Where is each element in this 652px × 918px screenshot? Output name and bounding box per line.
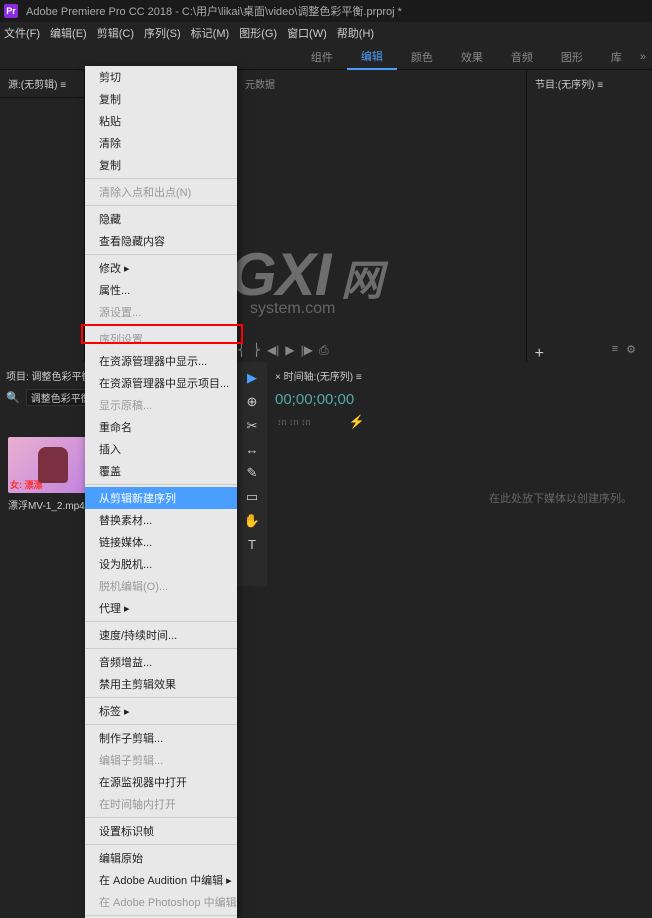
- thumb-overlay-text: 女: 漂漂: [10, 478, 43, 491]
- context-menu-item[interactable]: 制作子剪辑...: [85, 727, 237, 749]
- mark-out-icon[interactable]: ⎬: [252, 343, 261, 358]
- context-menu-item[interactable]: 源设置...: [85, 301, 237, 323]
- context-menu-item[interactable]: 设置标识帧: [85, 820, 237, 842]
- context-menu-item[interactable]: 脱机编辑(O)...: [85, 575, 237, 597]
- context-menu-item[interactable]: 音频增益...: [85, 651, 237, 673]
- source-tab[interactable]: 源:(无剪辑) ≡: [0, 70, 84, 98]
- titlebar: Pr Adobe Premiere Pro CC 2018 - C:\用户\li…: [0, 0, 652, 22]
- context-menu-item[interactable]: 修改 ▸: [85, 257, 237, 279]
- window-title: Adobe Premiere Pro CC 2018 - C:\用户\likai…: [26, 3, 402, 19]
- context-menu-item[interactable]: 从剪辑新建序列: [85, 487, 237, 509]
- context-menu-item[interactable]: 插入: [85, 438, 237, 460]
- program-tab[interactable]: 节目:(无序列) ≡: [527, 70, 652, 97]
- context-menu-item[interactable]: 复制: [85, 154, 237, 176]
- context-menu-item[interactable]: 重命名: [85, 416, 237, 438]
- context-menu-item[interactable]: 隐藏: [85, 208, 237, 230]
- panel-wrench-icon[interactable]: ⚙: [626, 343, 636, 356]
- context-menu-item[interactable]: 禁用主剪辑效果: [85, 673, 237, 695]
- tab-assembly[interactable]: 组件: [297, 45, 347, 69]
- mark-in-icon[interactable]: ⎨: [237, 343, 246, 358]
- hand-tool-icon[interactable]: ✋: [244, 513, 260, 529]
- workspace-overflow-icon[interactable]: »: [640, 51, 646, 63]
- menu-file[interactable]: 文件(F): [4, 25, 40, 41]
- app-logo: Pr: [4, 4, 18, 18]
- context-menu-item[interactable]: 在源监视器中打开: [85, 771, 237, 793]
- program-controls: ⎨ ⎬ ◀| ▶ |▶ ⎙: [237, 343, 329, 358]
- context-menu-item[interactable]: 编辑子剪辑...: [85, 749, 237, 771]
- context-menu-item[interactable]: 标签 ▸: [85, 700, 237, 722]
- context-menu-item[interactable]: 在 Adobe Photoshop 中编辑: [85, 891, 237, 913]
- context-menu-item[interactable]: 清除: [85, 132, 237, 154]
- timeline-placeholder: 在此处放下媒体以创建序列。: [489, 490, 632, 506]
- tab-audio[interactable]: 音频: [497, 45, 547, 69]
- slip-tool-icon[interactable]: ↔: [246, 442, 259, 457]
- timeline-header[interactable]: × 时间轴:(无序列) ≡: [267, 362, 652, 389]
- tab-metadata[interactable]: 元数据: [237, 70, 526, 97]
- context-menu-item[interactable]: 覆盖: [85, 460, 237, 482]
- tab-effects[interactable]: 效果: [447, 45, 497, 69]
- timeline-panel: × 时间轴:(无序列) ≡ 00;00;00;00 ↕n ↕n ↕n ⚡ 在此处…: [267, 362, 652, 586]
- menu-window[interactable]: 窗口(W): [287, 25, 327, 41]
- context-menu-item[interactable]: 复制: [85, 88, 237, 110]
- context-menu-item[interactable]: 查看隐藏内容: [85, 230, 237, 252]
- menu-help[interactable]: 帮助(H): [337, 25, 374, 41]
- context-menu-item[interactable]: 替换素材...: [85, 509, 237, 531]
- context-menu-item[interactable]: 粘贴: [85, 110, 237, 132]
- context-menu-item[interactable]: 在资源管理器中显示项目...: [85, 372, 237, 394]
- source-panel: 源:(无剪辑) ≡ 00;00;00;00: [0, 70, 85, 390]
- menu-clip[interactable]: 剪辑(C): [97, 25, 134, 41]
- context-menu-item[interactable]: 在时间轴内打开: [85, 793, 237, 815]
- menu-marker[interactable]: 标记(M): [191, 25, 230, 41]
- tab-libraries[interactable]: 库: [597, 45, 636, 69]
- play-icon[interactable]: ▶: [285, 343, 294, 358]
- menu-graphics[interactable]: 图形(G): [239, 25, 277, 41]
- context-menu-item[interactable]: 清除入点和出点(N): [85, 181, 237, 203]
- rectangle-tool-icon[interactable]: ▭: [246, 489, 258, 505]
- context-menu-item[interactable]: 序列设置...: [85, 328, 237, 350]
- context-menu-item[interactable]: 属性...: [85, 279, 237, 301]
- menu-edit[interactable]: 编辑(E): [50, 25, 87, 41]
- context-menu: 剪切复制粘贴清除复制清除入点和出点(N)隐藏查看隐藏内容修改 ▸属性...源设置…: [85, 66, 237, 918]
- pen-tool-icon[interactable]: ✎: [247, 465, 258, 481]
- add-button[interactable]: +: [535, 345, 544, 363]
- track-select-tool-icon[interactable]: ⊕: [247, 394, 258, 410]
- track-toggles[interactable]: ↕n ↕n ↕n: [277, 417, 311, 427]
- context-menu-item[interactable]: 在 Adobe Audition 中编辑 ▸: [85, 869, 237, 891]
- menubar: 文件(F) 编辑(E) 剪辑(C) 序列(S) 标记(M) 图形(G) 窗口(W…: [0, 22, 652, 44]
- tab-color[interactable]: 颜色: [397, 45, 447, 69]
- context-menu-item[interactable]: 显示原稿...: [85, 394, 237, 416]
- panel-menu-icon[interactable]: ≡: [612, 343, 618, 356]
- export-frame-icon[interactable]: ⎙: [319, 343, 329, 358]
- step-fwd-icon[interactable]: |▶: [301, 343, 313, 358]
- context-menu-item[interactable]: 速度/持续时间...: [85, 624, 237, 646]
- menu-sequence[interactable]: 序列(S): [144, 25, 181, 41]
- timeline-timecode: 00;00;00;00: [267, 389, 652, 410]
- search-icon[interactable]: 🔍: [6, 391, 20, 404]
- program-panel: 节目:(无序列) ≡ 00;00;00;00: [527, 70, 652, 390]
- timeline-wrench-icon[interactable]: ⚡: [349, 414, 365, 430]
- selection-tool-icon[interactable]: ▶: [247, 370, 257, 386]
- context-menu-item[interactable]: 在资源管理器中显示...: [85, 350, 237, 372]
- context-menu-item[interactable]: 代理 ▸: [85, 597, 237, 619]
- razor-tool-icon[interactable]: ✂: [247, 418, 258, 434]
- context-menu-item[interactable]: 编辑原始: [85, 847, 237, 869]
- context-menu-item[interactable]: 设为脱机...: [85, 553, 237, 575]
- type-tool-icon[interactable]: T: [248, 537, 256, 552]
- step-back-icon[interactable]: ◀|: [267, 343, 279, 358]
- tab-editing[interactable]: 编辑: [347, 44, 397, 70]
- context-menu-item[interactable]: 链接媒体...: [85, 531, 237, 553]
- context-menu-item[interactable]: 剪切: [85, 66, 237, 88]
- tab-graphics[interactable]: 图形: [547, 45, 597, 69]
- tools-panel: ▶ ⊕ ✂ ↔ ✎ ▭ ✋ T: [237, 362, 267, 586]
